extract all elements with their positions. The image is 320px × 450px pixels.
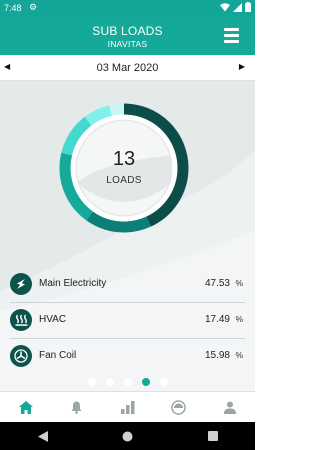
status-icons (220, 2, 251, 12)
nav-gauge[interactable] (166, 395, 192, 421)
bar-chart-icon (120, 401, 134, 414)
heat-waves-icon (10, 309, 32, 331)
date-selector: ◀ 03 Mar 2020 ▶ (0, 55, 255, 81)
menu-button[interactable] (224, 28, 239, 44)
donut-center: 13 LOADS (59, 148, 189, 186)
user-icon (223, 401, 236, 414)
page-title: SUB LOADS (92, 24, 163, 38)
nav-home[interactable] (13, 395, 39, 421)
back-button[interactable] (33, 426, 53, 446)
page-subtitle: INAVITAS (107, 39, 148, 49)
loads-list: Main Electricity 47.53 % HVAC 17.49 % Fa… (0, 267, 255, 375)
page-dot[interactable] (159, 378, 168, 386)
page-dot-active[interactable] (141, 378, 150, 386)
app-header: SUB LOADS INAVITAS (0, 17, 255, 55)
page-dot[interactable] (105, 378, 114, 386)
nav-notifications[interactable] (64, 395, 90, 421)
load-unit: % (235, 314, 243, 324)
page-dot[interactable] (123, 378, 132, 386)
home-system-button[interactable] (118, 426, 138, 446)
status-time: 7:48 (4, 3, 22, 13)
next-date-arrow-icon[interactable]: ▶ (239, 62, 245, 71)
wifi-icon (220, 2, 230, 11)
load-name: HVAC (39, 314, 67, 325)
hamburger-icon-bar (224, 40, 239, 43)
load-name: Fan Coil (39, 350, 77, 361)
selected-date[interactable]: 03 Mar 2020 (0, 62, 255, 74)
status-bar: 7:48 ⚙ (0, 0, 255, 17)
back-triangle-icon (37, 430, 48, 442)
battery-icon (245, 2, 251, 12)
page-dot[interactable] (87, 378, 96, 386)
list-item-fan-coil[interactable]: Fan Coil 15.98 % (0, 339, 255, 375)
list-item-hvac[interactable]: HVAC 17.49 % (0, 303, 255, 339)
settings-gear-icon: ⚙ (29, 2, 38, 12)
recents-square-icon (207, 431, 218, 441)
hamburger-icon-bar (224, 28, 239, 31)
lightning-bolt-icon (10, 273, 32, 295)
load-value: 17.49 (204, 314, 230, 325)
loads-count: 13 (112, 148, 136, 170)
loads-label: LOADS (106, 175, 142, 186)
load-unit: % (235, 350, 243, 360)
gauge-icon (171, 400, 186, 415)
recents-button[interactable] (203, 426, 223, 446)
main-content: 13 LOADS Main Electricity 47.53 % HVAC 1… (0, 81, 255, 391)
page-indicator (0, 378, 255, 386)
load-value: 15.98 (204, 350, 230, 361)
hamburger-icon-bar (224, 34, 239, 37)
signal-icon (233, 2, 242, 12)
system-navigation-bar (0, 422, 255, 450)
load-value: 47.53 (204, 278, 230, 289)
list-item-main-electricity[interactable]: Main Electricity 47.53 % (0, 267, 255, 303)
load-name: Main Electricity (39, 278, 107, 289)
nav-profile[interactable] (217, 395, 243, 421)
bell-icon (71, 401, 82, 414)
load-unit: % (235, 278, 243, 288)
home-icon (18, 401, 33, 414)
fan-icon (10, 345, 32, 367)
nav-reports[interactable] (115, 395, 141, 421)
bottom-navigation (0, 391, 255, 423)
home-circle-icon (122, 431, 133, 441)
